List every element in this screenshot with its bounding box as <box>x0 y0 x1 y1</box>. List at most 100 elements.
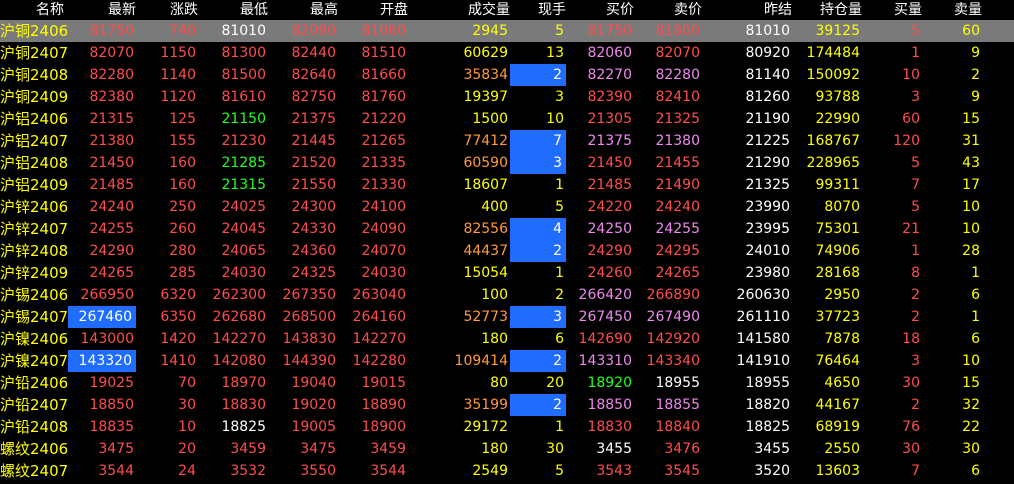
column-header-ask[interactable]: 卖价 <box>634 0 702 20</box>
quote-row[interactable]: 沪铜2408 82280 1140 81500 82640 81660 35834 2 8227… <box>0 64 1014 86</box>
cell-change: 1120 <box>160 89 196 105</box>
cell-low: 18970 <box>221 375 266 391</box>
cell-open-interest: 2550 <box>824 441 860 457</box>
cell-name[interactable]: 沪锌2406 <box>0 196 68 218</box>
cell-volume: 18607 <box>463 177 508 193</box>
cell-last: 18850 <box>89 397 134 413</box>
column-header-change[interactable]: 涨跌 <box>136 0 198 20</box>
cell-name[interactable]: 螺纹2406 <box>0 438 68 460</box>
cell-open-interest: 2950 <box>824 287 860 303</box>
cell-bid-vol: 21 <box>902 221 920 237</box>
quote-row[interactable]: 沪锌2409 24265 285 24030 24325 24030 15054 1 24260… <box>0 262 1014 284</box>
cell-ask: 82070 <box>655 45 700 61</box>
column-header-volume[interactable]: 成交量 <box>440 0 510 20</box>
cell-high: 21375 <box>291 111 336 127</box>
quote-row[interactable]: 沪铅2406 19025 70 18970 19040 19015 80 20 18920 189… <box>0 372 1014 394</box>
cell-name[interactable]: 沪锡2406 <box>0 284 68 306</box>
cell-current-hand: 3 <box>510 306 566 328</box>
cell-name[interactable]: 沪铝2407 <box>0 130 68 152</box>
cell-bid: 266420 <box>578 287 632 303</box>
cell-open-interest: 13603 <box>815 463 860 479</box>
column-header-prev-settle[interactable]: 昨结 <box>722 0 792 20</box>
cell-ask-vol: 10 <box>962 353 980 369</box>
cell-prev-settle: 260630 <box>736 287 790 303</box>
cell-current-hand: 13 <box>546 45 564 61</box>
quote-row[interactable]: 沪锡2407 267460 6350 262680 268500 264160 52773 3… <box>0 306 1014 328</box>
quote-row[interactable]: 沪铜2409 82380 1120 81610 82750 81760 19397 3 8239… <box>0 86 1014 108</box>
column-header-current-hand[interactable]: 现手 <box>510 0 566 20</box>
cell-name[interactable]: 沪铅2406 <box>0 372 68 394</box>
cell-low: 18825 <box>221 419 266 435</box>
column-header-name[interactable]: 名称 <box>0 0 64 20</box>
cell-ask: 18855 <box>655 397 700 413</box>
cell-high: 24360 <box>291 243 336 259</box>
cell-high: 24300 <box>291 199 336 215</box>
cell-name[interactable]: 沪锌2407 <box>0 218 68 240</box>
cell-open: 19015 <box>361 375 406 391</box>
cell-ask: 24265 <box>655 265 700 281</box>
column-header-last[interactable]: 最新 <box>68 0 136 20</box>
quote-row[interactable]: 沪铝2406 21315 125 21150 21375 21220 1500 10 21305… <box>0 108 1014 130</box>
cell-open-interest: 150092 <box>806 67 860 83</box>
cell-change: 1420 <box>160 331 196 347</box>
cell-name[interactable]: 沪铝2408 <box>0 152 68 174</box>
cell-volume: 80 <box>490 375 508 391</box>
cell-high: 21445 <box>291 133 336 149</box>
cell-volume: 100 <box>481 287 508 303</box>
column-header-bid-vol[interactable]: 买量 <box>862 0 922 20</box>
cell-name[interactable]: 螺纹2407 <box>0 460 68 482</box>
cell-ask-vol: 1 <box>971 265 980 281</box>
column-header-open-interest[interactable]: 持仓量 <box>792 0 862 20</box>
column-header-ask-vol[interactable]: 卖量 <box>922 0 982 20</box>
cell-open-interest: 174484 <box>806 45 860 61</box>
cell-ask: 143340 <box>646 353 700 369</box>
cell-name[interactable]: 沪铅2408 <box>0 416 68 438</box>
cell-prev-settle: 23980 <box>745 265 790 281</box>
cell-open: 21265 <box>361 133 406 149</box>
quote-row[interactable]: 沪锌2406 24240 250 24025 24300 24100 400 5 24220 24… <box>0 196 1014 218</box>
column-header-bid[interactable]: 买价 <box>566 0 634 20</box>
cell-name[interactable]: 沪锡2407 <box>0 306 68 328</box>
column-header-low[interactable]: 最低 <box>198 0 268 20</box>
quote-row[interactable]: 沪锌2407 24255 260 24045 24330 24090 82556 4 24250… <box>0 218 1014 240</box>
cell-name[interactable]: 沪铝2406 <box>0 108 68 130</box>
cell-name[interactable]: 沪铜2406 <box>0 20 68 42</box>
quote-row[interactable]: 沪铝2407 21380 155 21230 21445 21265 77412 7 21375… <box>0 130 1014 152</box>
cell-name[interactable]: 沪铅2407 <box>0 394 68 416</box>
cell-name[interactable]: 沪铜2409 <box>0 86 68 108</box>
quote-row[interactable]: 螺纹2407 3544 24 3532 3550 3544 2549 5 3543 3545 352… <box>0 460 1014 482</box>
quote-row[interactable]: 沪锌2408 24290 280 24065 24360 24070 44437 2 24290… <box>0 240 1014 262</box>
quote-row[interactable]: 沪铝2409 21485 160 21315 21550 21330 18607 1 21485… <box>0 174 1014 196</box>
cell-name[interactable]: 沪镍2407 <box>0 350 68 372</box>
cell-change: 155 <box>169 133 196 149</box>
cell-open: 81510 <box>361 45 406 61</box>
quote-row[interactable]: 螺纹2406 3475 20 3459 3475 3459 180 30 3455 3476 345… <box>0 438 1014 460</box>
cell-low: 21285 <box>221 155 266 171</box>
cell-open-interest: 37723 <box>815 309 860 325</box>
cell-name[interactable]: 沪铝2409 <box>0 174 68 196</box>
quote-row[interactable]: 沪铝2408 21450 160 21285 21520 21335 60590 3 21450… <box>0 152 1014 174</box>
column-header-high[interactable]: 最高 <box>268 0 338 20</box>
cell-name[interactable]: 沪锌2409 <box>0 262 68 284</box>
cell-bid-vol: 120 <box>893 133 920 149</box>
column-header-open[interactable]: 开盘 <box>338 0 408 20</box>
quote-row[interactable]: 沪镍2407 143320 1410 142080 144390 142280 109414… <box>0 350 1014 372</box>
cell-prev-settle: 141580 <box>736 331 790 347</box>
cell-open-interest: 4650 <box>824 375 860 391</box>
quote-row[interactable]: 沪锡2406 266950 6320 262300 267350 263040 100 2 26… <box>0 284 1014 306</box>
quote-row[interactable]: 沪铅2407 18850 30 18830 19020 18890 35199 2 18850 1… <box>0 394 1014 416</box>
quote-row[interactable]: 沪铜2406 81750 740 81010 82090 81060 2945 5 81750 8… <box>0 20 1014 42</box>
cell-last: 267460 <box>68 306 136 328</box>
cell-name[interactable]: 沪铜2407 <box>0 42 68 64</box>
cell-change: 70 <box>178 375 196 391</box>
cell-bid-vol: 60 <box>902 111 920 127</box>
cell-prev-settle: 3520 <box>754 463 790 479</box>
cell-name[interactable]: 沪铜2408 <box>0 64 68 86</box>
cell-bid: 24260 <box>587 265 632 281</box>
cell-bid: 21485 <box>587 177 632 193</box>
cell-name[interactable]: 沪镍2406 <box>0 328 68 350</box>
quote-row[interactable]: 沪铅2408 18835 10 18825 19005 18900 29172 1 18830 1… <box>0 416 1014 438</box>
quote-row[interactable]: 沪铜2407 82070 1150 81300 82440 81510 60629 13 820… <box>0 42 1014 64</box>
cell-name[interactable]: 沪锌2408 <box>0 240 68 262</box>
quote-row[interactable]: 沪镍2406 143000 1420 142270 143830 142270 180 6 14… <box>0 328 1014 350</box>
